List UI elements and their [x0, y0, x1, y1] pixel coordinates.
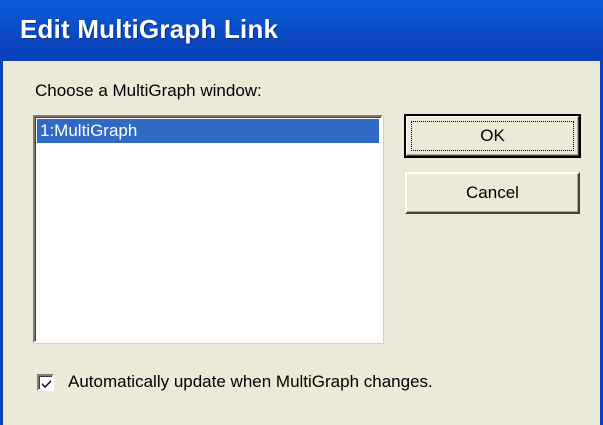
- checkmark-icon: [42, 379, 51, 388]
- cancel-button-label: Cancel: [466, 183, 519, 202]
- title-bar[interactable]: Edit MultiGraph Link: [0, 0, 603, 61]
- cancel-button[interactable]: Cancel: [405, 172, 580, 214]
- edit-multigraph-link-dialog: Edit MultiGraph Link Choose a MultiGraph…: [0, 0, 603, 425]
- auto-update-label: Automatically update when MultiGraph cha…: [68, 372, 433, 391]
- ok-button-label: OK: [480, 126, 505, 145]
- list-item[interactable]: 1:MultiGraph: [37, 119, 379, 143]
- multigraph-window-list[interactable]: 1:MultiGraph: [33, 115, 383, 343]
- ok-button[interactable]: OK: [404, 114, 581, 158]
- auto-update-option[interactable]: Automatically update when MultiGraph cha…: [37, 372, 433, 392]
- auto-update-checkbox[interactable]: [37, 373, 54, 391]
- window-title: Edit MultiGraph Link: [20, 14, 279, 44]
- choose-window-label: Choose a MultiGraph window:: [35, 81, 262, 100]
